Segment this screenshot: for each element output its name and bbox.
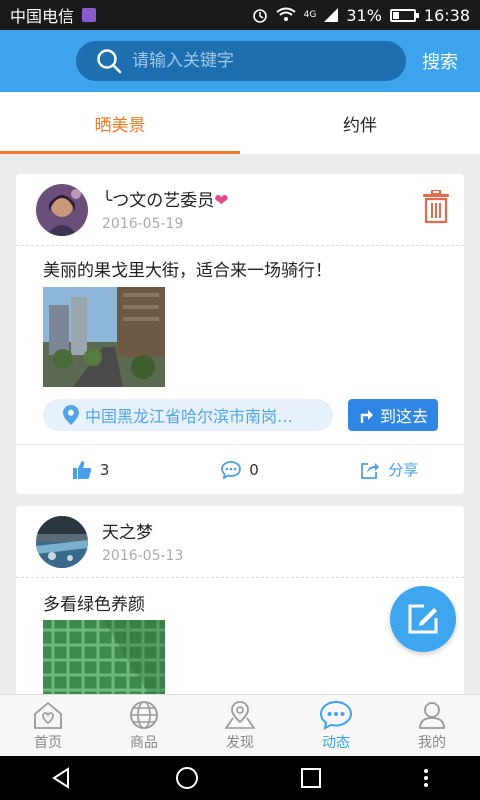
clock: 16:38 xyxy=(423,5,470,25)
globe-icon xyxy=(130,700,158,729)
status-bar: 中国电信 4G 31% 16:38 xyxy=(0,0,480,30)
alarm-icon xyxy=(252,9,267,23)
bottom-nav: 首页 商品 发现 动态 我的 xyxy=(0,694,480,756)
navigate-label: 到这去 xyxy=(379,407,428,426)
location-pin-icon xyxy=(63,405,79,425)
share-button[interactable]: 分享 xyxy=(315,445,464,494)
battery-percent: 31% xyxy=(346,5,382,25)
like-count: 3 xyxy=(99,460,110,479)
trash-icon[interactable] xyxy=(422,190,450,224)
post-username[interactable]: ╰つ文の艺委员❤ xyxy=(102,186,229,211)
comment-count: 0 xyxy=(249,460,259,479)
search-box[interactable] xyxy=(76,41,406,81)
signal-icon xyxy=(324,8,339,22)
compose-button[interactable] xyxy=(390,586,456,652)
nav-label: 发现 xyxy=(226,734,254,751)
post-image[interactable] xyxy=(43,620,165,694)
home-circle-icon[interactable] xyxy=(174,765,200,791)
avatar[interactable] xyxy=(36,516,88,568)
post-date: 2016-05-19 xyxy=(102,216,184,232)
location-text: 中国黑龙江省哈尔滨市南岗… xyxy=(85,407,294,426)
gallery-notification-icon xyxy=(82,8,97,22)
post-header: 天之梦 2016-05-13 xyxy=(16,506,464,578)
search-icon xyxy=(97,49,122,74)
nav-label: 我的 xyxy=(418,734,446,751)
turn-arrow-icon xyxy=(360,410,373,423)
home-icon xyxy=(34,701,62,729)
location-tag[interactable]: 中国黑龙江省哈尔滨市南岗… xyxy=(43,399,333,431)
post-text: 多看绿色养颜 xyxy=(43,595,145,615)
share-icon xyxy=(361,462,380,479)
post-header: ╰つ文の艺委员❤ 2016-05-19 xyxy=(16,174,464,246)
tab-bar: 晒美景 约伴 xyxy=(0,92,480,154)
comment-button[interactable]: 0 xyxy=(165,445,314,494)
edit-icon xyxy=(408,604,438,634)
post-actions: 3 0 分享 xyxy=(16,444,464,494)
nav-item-discover[interactable]: 发现 xyxy=(192,695,288,756)
user-icon xyxy=(419,701,445,729)
thumbs-up-icon xyxy=(72,460,92,479)
tab-show-scenery[interactable]: 晒美景 xyxy=(0,92,240,154)
network-type-label: 4G xyxy=(303,10,317,20)
chat-icon xyxy=(319,700,353,730)
carrier-label: 中国电信 xyxy=(10,7,75,26)
post-card: ╰つ文の艺委员❤ 2016-05-19 美丽的果戈里大街，适合来一场骑行！ 中国… xyxy=(16,174,464,494)
nav-label: 商品 xyxy=(130,734,158,751)
navigate-button[interactable]: 到这去 xyxy=(348,399,438,431)
location-icon xyxy=(224,700,256,729)
like-button[interactable]: 3 xyxy=(16,445,165,494)
username-text: ╰つ文の艺委员 xyxy=(102,191,215,211)
recents-icon[interactable] xyxy=(300,767,322,789)
post-image[interactable] xyxy=(43,287,165,387)
back-icon[interactable] xyxy=(50,766,74,790)
search-input[interactable] xyxy=(132,51,372,71)
nav-item-feed[interactable]: 动态 xyxy=(288,695,384,756)
nav-item-home[interactable]: 首页 xyxy=(0,695,96,756)
share-label: 分享 xyxy=(388,461,419,479)
top-bar: 搜索 xyxy=(0,30,480,92)
avatar[interactable] xyxy=(36,184,88,236)
nav-item-products[interactable]: 商品 xyxy=(96,695,192,756)
comment-icon xyxy=(221,460,242,479)
tab-find-companion[interactable]: 约伴 xyxy=(240,92,480,154)
nav-label: 首页 xyxy=(34,734,62,751)
system-nav-bar xyxy=(0,756,480,800)
post-username[interactable]: 天之梦 xyxy=(102,518,153,543)
heart-icon: ❤ xyxy=(214,191,229,211)
more-icon[interactable] xyxy=(422,767,430,789)
nav-label: 动态 xyxy=(322,734,350,751)
search-button[interactable]: 搜索 xyxy=(422,48,458,74)
wifi-icon xyxy=(276,7,296,21)
post-text: 美丽的果戈里大街，适合来一场骑行！ xyxy=(43,261,332,281)
battery-icon xyxy=(389,8,419,22)
post-date: 2016-05-13 xyxy=(102,548,184,564)
nav-item-profile[interactable]: 我的 xyxy=(384,695,480,756)
